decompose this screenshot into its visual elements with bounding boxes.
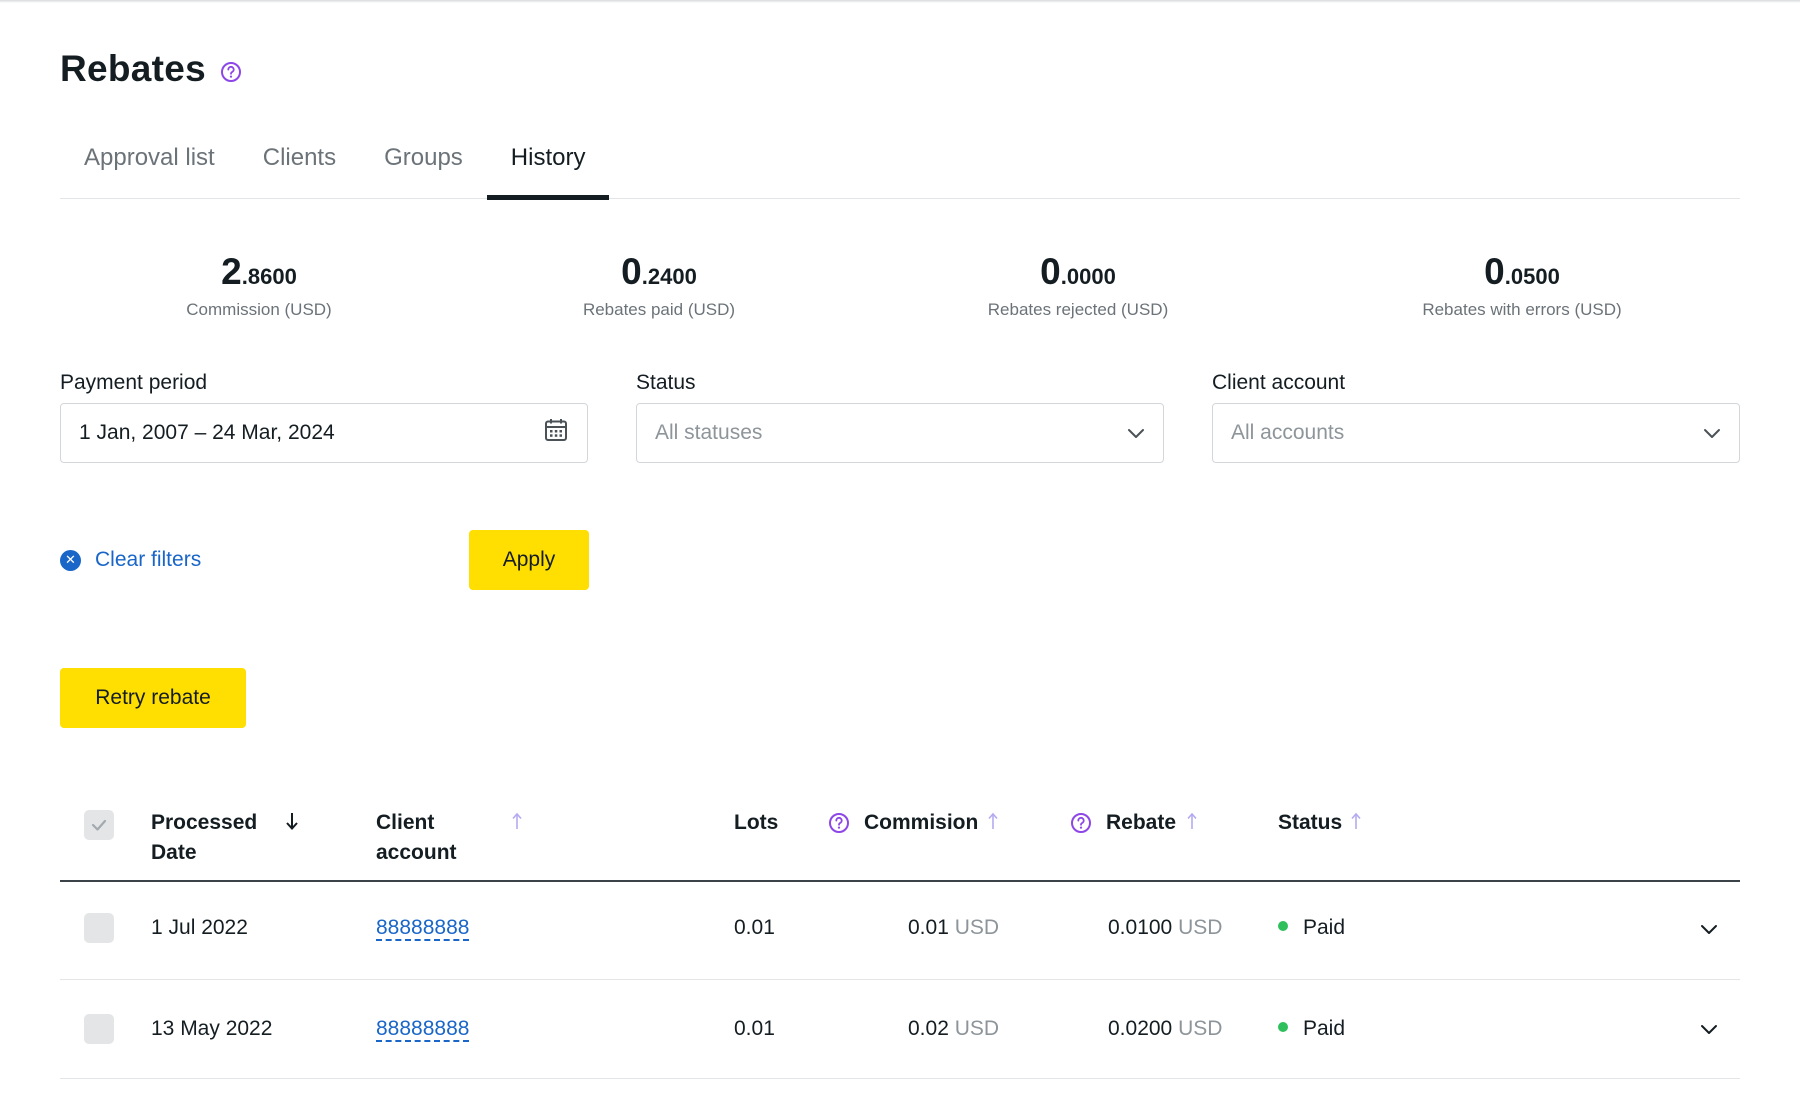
chevron-down-icon[interactable]	[1700, 922, 1718, 940]
select-all-checkbox[interactable]	[84, 810, 114, 840]
stat-label: Rebates rejected (USD)	[987, 300, 1169, 319]
column-lots[interactable]: Lots	[734, 808, 778, 838]
tab-history[interactable]: History	[486, 130, 610, 200]
page-title: Rebates	[60, 48, 207, 89]
currency: USD	[1178, 1017, 1223, 1040]
stat-value: 0.0500	[1372, 250, 1672, 299]
check-icon	[91, 819, 107, 831]
client-account-link[interactable]: 88888888	[376, 916, 470, 941]
stat-value-int: 2	[221, 251, 242, 292]
column-commission[interactable]: Commision	[864, 808, 978, 838]
row-checkbox[interactable]	[84, 913, 114, 943]
status-select[interactable]: All statuses	[636, 403, 1164, 463]
client-account-placeholder: All accounts	[1231, 421, 1345, 444]
clear-icon: ✕	[60, 549, 81, 571]
stat-label: Commission (USD)	[186, 300, 332, 319]
stat-rebates-paid: 0.2400 Rebates paid (USD)	[509, 250, 809, 320]
column-label: Date	[151, 841, 197, 864]
cell-lots: 0.01	[734, 916, 775, 939]
stat-value: 0.0000	[928, 250, 1228, 299]
stat-value-dec: .0000	[1060, 264, 1116, 289]
stat-rebates-errors: 0.0500 Rebates with errors (USD)	[1372, 250, 1672, 320]
status-dot	[1278, 1022, 1288, 1033]
payment-period-field[interactable]: 1 Jan, 2007 – 24 Mar, 2024	[60, 403, 588, 463]
cell-rebate: 0.0200 USD	[1108, 1014, 1222, 1044]
cell-commission: 0.01 USD	[908, 913, 999, 943]
clear-filters-link[interactable]: ✕ Clear filters	[60, 548, 201, 572]
status-placeholder: All statuses	[655, 421, 763, 444]
status-text: Paid	[1303, 1017, 1346, 1040]
column-client-account[interactable]: Client account	[376, 808, 457, 868]
client-account-link[interactable]: 88888888	[376, 1017, 470, 1042]
tab-groups[interactable]: Groups	[360, 130, 487, 198]
cell-commission: 0.02 USD	[908, 1014, 999, 1044]
help-icon[interactable]	[220, 61, 242, 83]
stat-value: 2.8600	[109, 250, 409, 299]
sort-arrow-icon[interactable]	[1348, 810, 1364, 838]
tab-clients[interactable]: Clients	[239, 130, 360, 198]
stat-label: Rebates with errors (USD)	[1422, 300, 1622, 319]
cell-client-account: 88888888	[376, 1014, 470, 1044]
apply-button[interactable]: Apply	[469, 530, 589, 590]
column-label: account	[376, 841, 457, 864]
top-shadow	[0, 0, 1800, 3]
status-text: Paid	[1303, 916, 1346, 939]
chevron-down-icon[interactable]	[1700, 1022, 1718, 1040]
tab-bar: Approval list Clients Groups History	[60, 130, 1740, 200]
commission-value: 0.01	[908, 916, 949, 939]
cell-client-account: 88888888	[376, 913, 470, 943]
page-header: Rebates	[60, 48, 242, 90]
sort-arrow-icon[interactable]	[985, 810, 1001, 838]
status-label: Status	[636, 371, 696, 394]
stat-value-int: 0	[621, 251, 642, 292]
stat-value-int: 0	[1040, 251, 1061, 292]
stat-rebates-rejected: 0.0000 Rebates rejected (USD)	[928, 250, 1228, 320]
sort-arrow-icon[interactable]	[1184, 810, 1200, 838]
stat-value-dec: .0500	[1504, 264, 1560, 289]
column-rebate[interactable]: Rebate	[1106, 808, 1176, 838]
client-account-select[interactable]: All accounts	[1212, 403, 1740, 463]
row-divider	[60, 1078, 1740, 1079]
currency: USD	[954, 916, 1000, 939]
help-icon[interactable]	[828, 812, 850, 834]
help-icon[interactable]	[1070, 812, 1092, 834]
stat-value: 0.2400	[509, 250, 809, 299]
calendar-icon[interactable]	[543, 417, 569, 449]
sort-arrow-icon[interactable]	[284, 810, 300, 838]
column-label: Client	[376, 811, 435, 834]
cell-date: 13 May 2022	[151, 1017, 273, 1040]
retry-rebate-button[interactable]: Retry rebate	[60, 668, 246, 728]
stat-value-dec: .2400	[641, 264, 697, 289]
rebate-value: 0.0100	[1108, 916, 1173, 939]
chevron-down-icon	[1127, 421, 1145, 445]
payment-period-label: Payment period	[60, 371, 208, 394]
status-dot	[1278, 921, 1288, 932]
cell-rebate: 0.0100 USD	[1108, 913, 1222, 943]
clear-filters-label: Clear filters	[95, 548, 202, 571]
tab-approval-list[interactable]: Approval list	[60, 130, 239, 198]
column-processed-date[interactable]: Processed Date	[151, 808, 257, 868]
row-divider	[60, 979, 1740, 980]
rebate-value: 0.0200	[1108, 1017, 1173, 1040]
payment-period-value: 1 Jan, 2007 – 24 Mar, 2024	[79, 421, 335, 444]
column-status[interactable]: Status	[1278, 808, 1342, 838]
commission-value: 0.02	[908, 1017, 949, 1040]
cell-status: Paid	[1278, 913, 1345, 943]
cell-status: Paid	[1278, 1014, 1345, 1044]
table-header-divider	[60, 880, 1740, 882]
client-account-label: Client account	[1212, 371, 1346, 394]
chevron-down-icon	[1703, 421, 1721, 445]
column-label: Processed	[151, 811, 258, 834]
sort-arrow-icon[interactable]	[509, 810, 525, 838]
currency: USD	[1178, 916, 1223, 939]
currency: USD	[954, 1017, 1000, 1040]
stat-commission: 2.8600 Commission (USD)	[109, 250, 409, 320]
stat-value-dec: .8600	[241, 264, 297, 289]
stat-label: Rebates paid (USD)	[582, 300, 736, 319]
stat-value-int: 0	[1484, 251, 1505, 292]
cell-lots: 0.01	[734, 1017, 775, 1040]
cell-date: 1 Jul 2022	[151, 916, 248, 939]
row-checkbox[interactable]	[84, 1014, 114, 1044]
